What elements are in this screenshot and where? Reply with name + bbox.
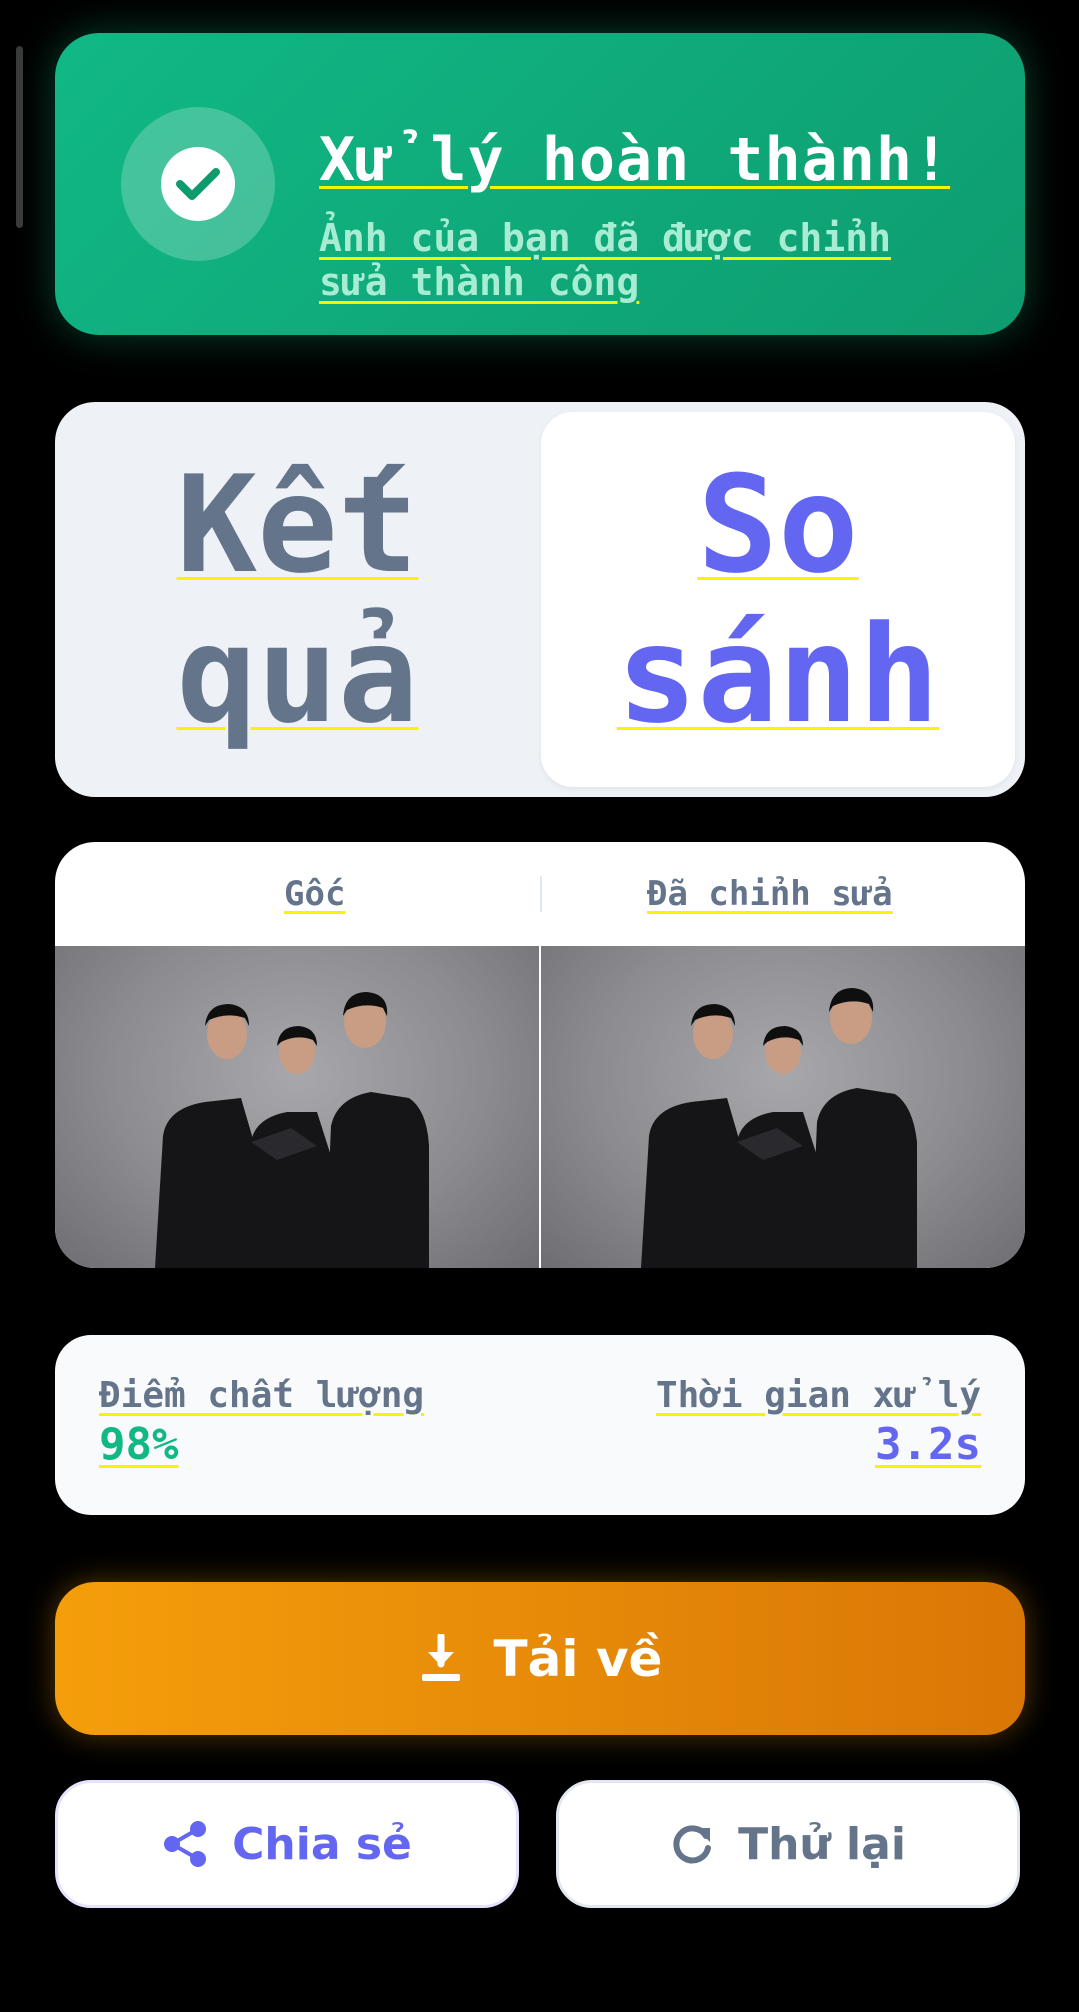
metrics-card: Điểm chất lượng 98% Thời gian xử lý 3.2s (55, 1335, 1025, 1515)
original-label: Gốc (284, 874, 346, 914)
tab-compare[interactable]: So sánh (541, 412, 1015, 787)
check-icon (161, 147, 235, 221)
tab-result-label: Kết quả (176, 446, 419, 753)
quality-value: 98% (99, 1419, 179, 1470)
original-image (55, 946, 539, 1268)
success-banner: Xử lý hoàn thành! Ảnh của bạn đã được ch… (55, 33, 1025, 335)
view-toggle: Kết quả So sánh (55, 402, 1025, 797)
share-button[interactable]: Chia sẻ (55, 1780, 519, 1908)
tab-result[interactable]: Kết quả (55, 402, 540, 797)
share-label: Chia sẻ (232, 1818, 412, 1870)
download-label: Tải về (493, 1629, 663, 1688)
edited-image (541, 946, 1025, 1268)
share-icon (162, 1820, 208, 1868)
header-divider (540, 876, 542, 912)
success-title: Xử lý hoàn thành! (319, 125, 951, 195)
refresh-icon (670, 1822, 714, 1866)
comparison-card: Gốc Đã chỉnh sửa (55, 842, 1025, 1268)
download-button[interactable]: Tải về (55, 1582, 1025, 1735)
scrollbar[interactable] (16, 46, 23, 228)
tab-compare-label: So sánh (616, 446, 940, 753)
success-subtitle: Ảnh của bạn đã được chỉnh sửa thành công (319, 216, 891, 304)
retry-button[interactable]: Thử lại (556, 1780, 1020, 1908)
retry-label: Thử lại (738, 1818, 906, 1870)
quality-label: Điểm chất lượng (99, 1375, 425, 1416)
edited-label: Đã chỉnh sửa (647, 874, 893, 914)
comparison-header: Gốc Đã chỉnh sửa (55, 842, 1025, 946)
download-icon (418, 1633, 464, 1684)
time-value: 3.2s (875, 1419, 981, 1470)
time-label: Thời gian xử lý (655, 1375, 981, 1416)
